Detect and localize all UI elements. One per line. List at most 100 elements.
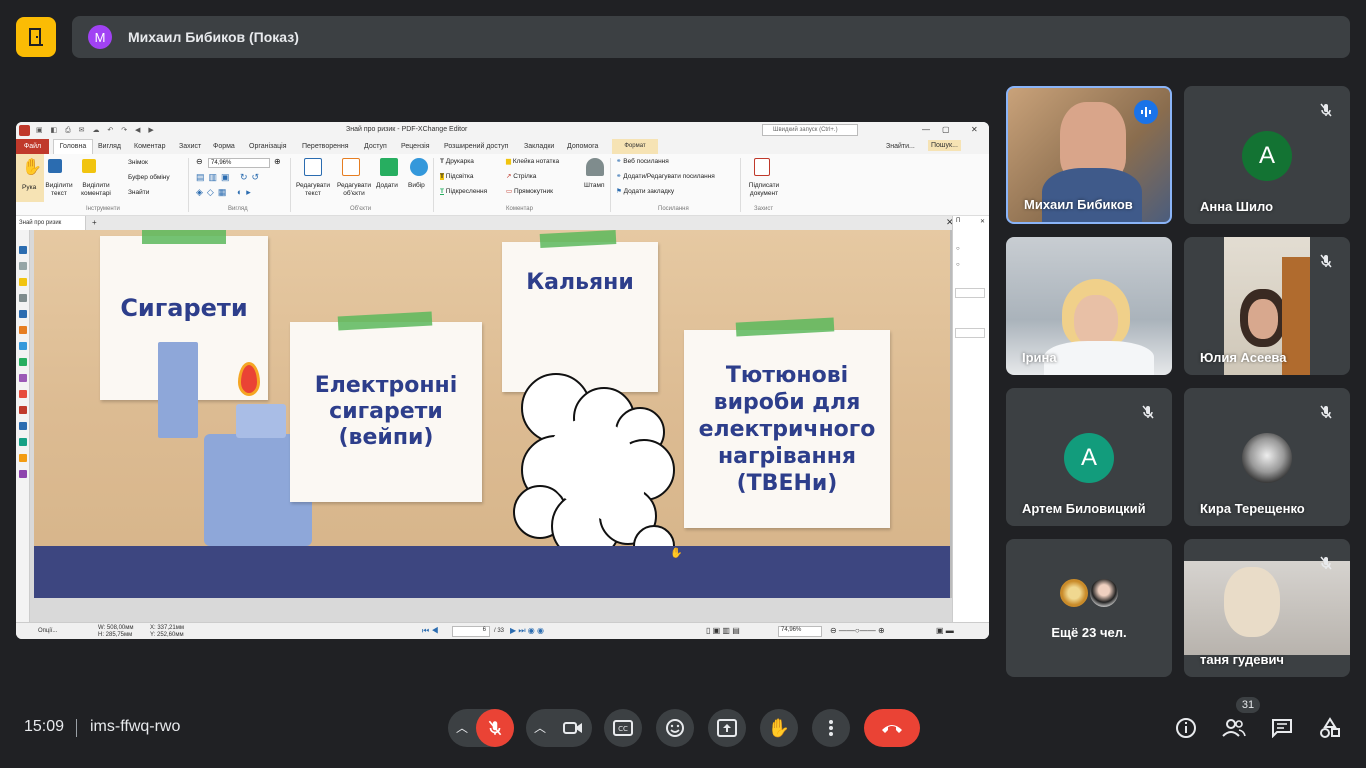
arrow-button[interactable]: ↗ Стрілка [506, 173, 536, 181]
participant-tile-yulia[interactable]: Юлия Асеева [1184, 237, 1350, 375]
camera-control[interactable]: ︿ [526, 709, 592, 747]
rectangle-button[interactable]: ▭ Прямокутник [506, 188, 553, 196]
tab-file[interactable]: Файл [16, 139, 49, 154]
captions-button[interactable]: CC [604, 709, 642, 747]
view-tools-2-icon[interactable]: ◈◇▦ ◐▸ [196, 187, 255, 198]
stamp-button[interactable]: Штамп [584, 182, 604, 190]
edit-objects-icon[interactable] [342, 158, 360, 176]
structure-icon[interactable] [19, 342, 27, 350]
layers-icon[interactable] [19, 310, 27, 318]
tags-icon[interactable] [19, 406, 27, 414]
underline-button[interactable]: T Підкреслення [440, 188, 487, 196]
web-links-button[interactable]: ⚭ Веб посилання [616, 158, 669, 166]
participant-tile-kira[interactable]: Кира Терещенко [1184, 388, 1350, 526]
quick-access-toolbar[interactable]: ▣ ◧ ⎙ ✉ ☁ ↶ ↷ ◀ ▶ [36, 126, 157, 135]
page-number-input[interactable]: 6 [452, 626, 490, 637]
participant-tile-tanya[interactable]: таня гудевич [1184, 539, 1350, 677]
tab-review[interactable]: Рецензія [401, 143, 430, 150]
reactions-button[interactable] [656, 709, 694, 747]
add-button[interactable]: Додати [376, 182, 398, 190]
tab-help[interactable]: Допомога [567, 143, 598, 150]
signatures-icon[interactable] [19, 374, 27, 382]
people-button[interactable] [1220, 714, 1248, 742]
add-bookmark-button[interactable]: ⚑ Додати закладку [616, 188, 674, 196]
panel-field[interactable] [955, 328, 985, 338]
sticky-note-button[interactable]: ▆ Клейка нотатка [506, 158, 559, 166]
fields-icon[interactable] [19, 358, 27, 366]
fullscreen-icon[interactable]: ▣ ▬ [936, 626, 954, 635]
sign-document-icon[interactable] [754, 158, 770, 176]
panel-radio[interactable]: ○ [956, 246, 960, 252]
end-call-button[interactable] [864, 709, 920, 747]
status-zoom-input[interactable]: 74,96% [778, 626, 822, 637]
panel-radio[interactable]: ○ [956, 262, 960, 268]
new-tab-icon[interactable]: + [92, 218, 97, 227]
select-comments-icon[interactable] [82, 159, 96, 173]
edit-text-button[interactable]: Редагувати текст [292, 182, 334, 198]
chat-button[interactable] [1268, 714, 1296, 742]
pages-icon[interactable] [19, 262, 27, 270]
sign-document-button[interactable]: Підписати документ [744, 182, 784, 198]
panel-field[interactable] [955, 288, 985, 298]
find-ribbon-button[interactable]: Знайти [128, 189, 149, 197]
tab-view[interactable]: Вигляд [98, 143, 121, 150]
participant-tile-artem[interactable]: А Артем Биловицкий [1006, 388, 1172, 526]
activities-button[interactable] [1316, 714, 1344, 742]
raise-hand-button[interactable]: ✋ [760, 709, 798, 747]
chevron-up-icon[interactable]: ︿ [456, 719, 468, 736]
zoom-slider[interactable]: ⊖ ——○—— ⊕ [830, 626, 885, 635]
tab-share[interactable]: Доступ [364, 143, 387, 150]
minimize-icon[interactable]: — [922, 125, 930, 134]
stamp-icon[interactable] [586, 158, 604, 176]
participant-tile-irina[interactable]: Ірина [1006, 237, 1172, 375]
select-text-icon[interactable] [48, 159, 62, 173]
search-panel-icon[interactable] [19, 438, 27, 446]
select-text-button[interactable]: Виділити текст [44, 182, 74, 198]
view-tools-icon[interactable]: ▤▥▣ ↻↺ [196, 172, 263, 183]
typewriter-button[interactable]: T Друкарка [440, 158, 474, 166]
destinations-icon[interactable] [19, 326, 27, 334]
tab-advanced-share[interactable]: Розширений доступ [444, 143, 508, 150]
tab-bookmarks[interactable]: Закладки [524, 143, 554, 150]
next-page-icon[interactable]: ▶ ⏭ ◉ ◉ [510, 626, 544, 636]
find-button[interactable]: Знайти... [886, 143, 915, 150]
panel-close-icon[interactable]: ✕ [980, 218, 985, 225]
add-icon[interactable] [380, 158, 398, 176]
document-tab[interactable]: Знай про ризик [16, 216, 86, 230]
bookmarks-icon[interactable] [19, 246, 27, 254]
clipboard-button[interactable]: Буфер обміну [128, 174, 170, 182]
attachments-icon[interactable] [19, 294, 27, 302]
select-icon[interactable] [410, 158, 428, 176]
more-participants-tile[interactable]: Ещё 23 чел. [1006, 539, 1172, 677]
comments-icon[interactable] [19, 278, 27, 286]
tab-format[interactable]: Формат [612, 139, 658, 154]
history-icon[interactable] [19, 454, 27, 462]
present-screen-button[interactable] [708, 709, 746, 747]
properties-icon[interactable] [19, 422, 27, 430]
add-edit-links-button[interactable]: ⚭ Додати/Редагувати посилання [616, 173, 715, 181]
view-mode-icon[interactable]: ▯ ▣ ▥ ▤ [706, 626, 740, 635]
presenter-bar[interactable]: M Михаил Бибиков (Показ) [72, 16, 1350, 58]
more-options-button[interactable] [812, 709, 850, 747]
select-button[interactable]: Вибір [408, 182, 425, 190]
mic-control[interactable]: ︿ [448, 709, 514, 747]
tab-protect[interactable]: Захист [179, 143, 201, 150]
snapshot-button[interactable]: Знімок [128, 159, 148, 167]
quick-search-input[interactable]: Швидкий запуск (Ctrl+.) [762, 124, 858, 136]
zoom-in-icon[interactable]: ⊕ [274, 157, 281, 166]
thumbnails-icon[interactable] [19, 470, 27, 478]
options-button[interactable]: Опції... [38, 628, 57, 634]
highlight-button[interactable]: T Підсвітка [440, 173, 473, 181]
hand-tool-button[interactable]: ✋ Рука [16, 154, 44, 202]
edit-text-icon[interactable] [304, 158, 322, 176]
first-page-icon[interactable]: ⏮ ◀ [422, 626, 439, 636]
close-icon[interactable]: ✕ [971, 125, 978, 134]
maximize-icon[interactable]: ▢ [942, 125, 950, 134]
content-icon[interactable] [19, 390, 27, 398]
meeting-info-button[interactable] [1172, 714, 1200, 742]
meeting-details-button[interactable] [16, 17, 56, 57]
mic-toggle-button[interactable] [476, 709, 514, 747]
participant-tile-anna[interactable]: А Анна Шило [1184, 86, 1350, 224]
tab-organize[interactable]: Організація [249, 143, 287, 150]
zoom-input[interactable]: 74,96% [208, 158, 270, 168]
